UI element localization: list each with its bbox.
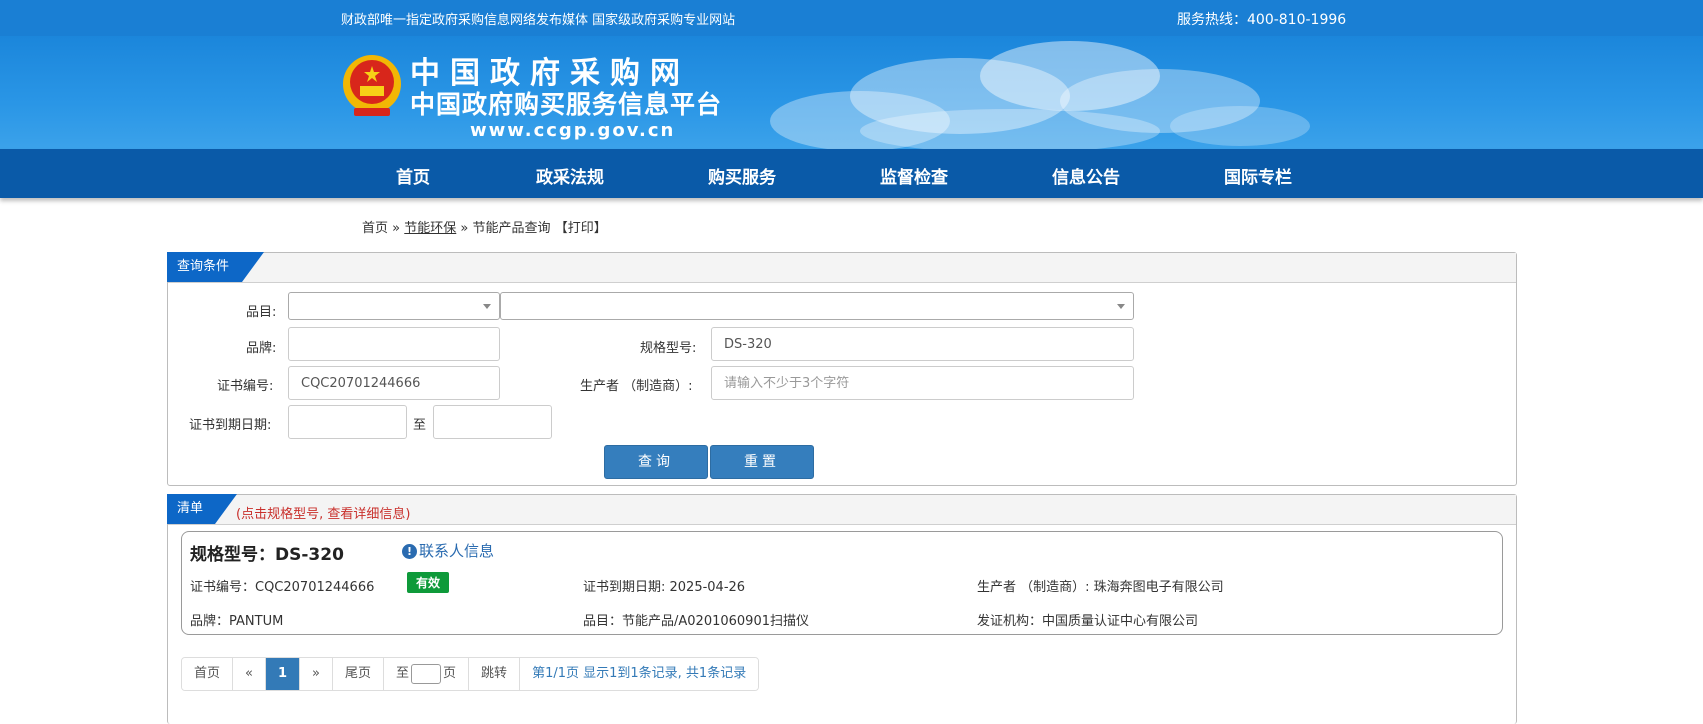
goto-prefix: 至: [396, 666, 410, 681]
maker-label: 生产者 （制造商）:: [580, 379, 693, 394]
pagination: 首页 « 1 » 尾页 至页 跳转 第1/1页 显示1到1条记录, 共1条记录: [181, 657, 760, 691]
query-panel-header: 查询条件: [168, 253, 1516, 283]
category-value: 品目：节能产品/A0201060901扫描仪: [583, 614, 809, 629]
category-label: 品目:: [246, 305, 277, 320]
category-select-secondary[interactable]: [500, 292, 1134, 320]
model-link[interactable]: 规格型号：DS-320: [190, 540, 344, 565]
category-select-primary[interactable]: [288, 292, 500, 320]
info-circle-icon: !: [402, 544, 417, 559]
brand-input[interactable]: [288, 327, 500, 361]
logo-subtitle: 中国政府购买服务信息平台: [410, 90, 723, 119]
national-emblem-icon: [343, 55, 401, 116]
brand-value: 品牌：PANTUM: [190, 614, 284, 629]
cloud-decoration: [770, 41, 1310, 149]
page-1-button[interactable]: 1: [265, 658, 301, 690]
goto-page-input[interactable]: [411, 663, 442, 684]
first-page-button[interactable]: 首页: [182, 658, 234, 690]
print-link[interactable]: 【打印】: [555, 221, 607, 236]
site-banner: 中国政府采购网 中国政府购买服务信息平台 www.ccgp.gov.cn: [0, 36, 1703, 149]
query-panel: 查询条件 品目: 品牌: 规格型号: 证书编号: 生产者 （制造商）: 证书到期…: [167, 252, 1517, 486]
search-button[interactable]: 查询: [604, 445, 708, 479]
nav-item-regulations[interactable]: 政采法规: [536, 163, 604, 188]
nav-item-international[interactable]: 国际专栏: [1224, 163, 1292, 188]
main-nav: 首页 政采法规 购买服务 监督检查 信息公告 国际专栏: [0, 149, 1703, 198]
contact-info-link[interactable]: ! 联系人信息: [402, 540, 494, 561]
model-input[interactable]: [711, 327, 1134, 361]
logo-url: www.ccgp.gov.cn: [470, 120, 676, 141]
site-logo[interactable]: 中国政府采购网 中国政府购买服务信息平台 www.ccgp.gov.cn: [410, 58, 722, 142]
prev-page-button[interactable]: «: [233, 658, 266, 690]
goto-suffix: 页: [443, 666, 457, 681]
top-bar: 财政部唯一指定政府采购信息网络发布媒体 国家级政府采购专业网站 服务热线：400…: [0, 0, 1703, 36]
expiry-to-input[interactable]: [433, 405, 552, 439]
cert-no-value: 证书编号：CQC20701244666: [190, 580, 375, 595]
expiry-from-input[interactable]: [288, 405, 407, 439]
goto-page-control: 至页: [384, 658, 470, 690]
issuer-value: 发证机构：中国质量认证中心有限公司: [977, 614, 1199, 629]
results-panel-header: 清单 (点击规格型号, 查看详细信息): [168, 495, 1516, 525]
chevron-down-icon: [1117, 304, 1125, 309]
expiry-to-label: 至: [413, 418, 427, 433]
chevron-down-icon: [483, 304, 491, 309]
results-panel: 清单 (点击规格型号, 查看详细信息) 规格型号：DS-320 ! 联系人信息 证…: [167, 494, 1517, 724]
nav-item-home[interactable]: 首页: [396, 163, 430, 188]
breadcrumb-home[interactable]: 首页: [362, 221, 388, 236]
nav-item-supervision[interactable]: 监督检查: [880, 163, 948, 188]
breadcrumb-separator: »: [392, 221, 401, 236]
nav-item-announcements[interactable]: 信息公告: [1052, 163, 1120, 188]
last-page-button[interactable]: 尾页: [333, 658, 385, 690]
service-hotline: 服务热线：400-810-1996: [1177, 12, 1347, 28]
logo-title: 中国政府采购网: [410, 56, 690, 91]
contact-info-label: 联系人信息: [419, 542, 495, 560]
brand-label: 品牌:: [246, 341, 277, 356]
cert-no-input[interactable]: [288, 366, 500, 400]
maker-input[interactable]: [711, 366, 1134, 400]
site-slogan: 财政部唯一指定政府采购信息网络发布媒体 国家级政府采购专业网站: [341, 13, 736, 28]
reset-button[interactable]: 重置: [710, 445, 814, 479]
next-page-button[interactable]: »: [300, 658, 333, 690]
results-panel-title: 清单: [167, 494, 237, 524]
status-badge: 有效: [407, 572, 450, 593]
query-panel-title: 查询条件: [167, 252, 264, 282]
expiry-label: 证书到期日期:: [189, 418, 272, 433]
maker-value: 生产者 （制造商）: 珠海奔图电子有限公司: [977, 580, 1224, 595]
breadcrumb-separator: »: [460, 221, 469, 236]
breadcrumb: 首页 » 节能环保 » 节能产品查询 【打印】: [362, 217, 607, 236]
results-hint: (点击规格型号, 查看详细信息): [236, 507, 411, 522]
breadcrumb-current: 节能产品查询: [472, 221, 551, 236]
nav-item-purchase-services[interactable]: 购买服务: [708, 163, 776, 188]
jump-button[interactable]: 跳转: [469, 658, 521, 690]
cert-no-label: 证书编号:: [217, 379, 274, 394]
expiry-value: 证书到期日期: 2025-04-26: [583, 580, 746, 595]
pagination-info: 第1/1页 显示1到1条记录, 共1条记录: [520, 658, 759, 690]
result-card: 规格型号：DS-320 ! 联系人信息 证书编号：CQC20701244666 有…: [181, 531, 1503, 635]
breadcrumb-section[interactable]: 节能环保: [404, 221, 456, 236]
model-label: 规格型号:: [640, 341, 697, 356]
